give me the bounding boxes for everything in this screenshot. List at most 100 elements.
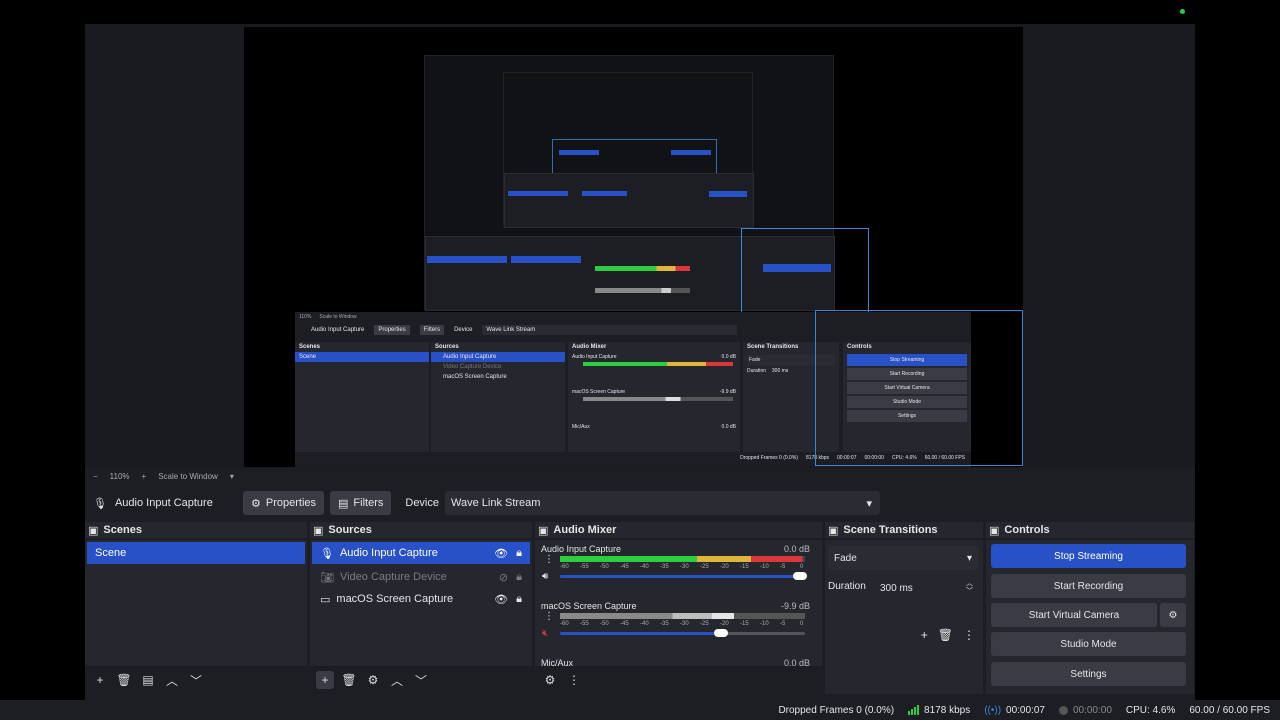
stop-streaming-button[interactable]: Stop Streaming (991, 544, 1186, 568)
audio-mixer-dock: ▣ Audio Mixer Audio Input Capture 0.0 dB … (535, 522, 822, 694)
trash-icon[interactable]: 🗑︎ (938, 628, 953, 642)
dock-icon: ▣ (538, 524, 549, 537)
meter-scale-label: -5 (780, 621, 786, 627)
source-item-audio-input[interactable]: 🎙︎ Audio Input Capture 👁︎ 🔒︎ (312, 542, 530, 564)
move-down-icon[interactable]: ﹀ (412, 671, 430, 689)
meter-scale-label: -5 (780, 564, 786, 570)
kebab-menu-icon[interactable]: ⋮ (544, 554, 554, 565)
filter-icon[interactable]: ▤ (139, 671, 157, 689)
meter-scale-label: 0 (800, 564, 804, 570)
gear-icon: ⚙ (251, 497, 261, 510)
transition-select[interactable]: Fade ▾ (828, 546, 978, 570)
gear-icon[interactable]: ⚙ (541, 671, 559, 689)
nested-level-4-selection (559, 150, 599, 155)
lock-icon[interactable]: 🔒︎ (516, 571, 522, 584)
scene-item[interactable]: Scene (87, 542, 305, 564)
live-indicator-dot (1180, 9, 1185, 14)
scale-mode-label[interactable]: Scale to Window (158, 472, 218, 481)
gear-icon: ⚙ (1168, 609, 1178, 621)
mixer-channel-mic-aux: Mic/Aux 0.0 dB (541, 658, 810, 666)
meter-scale-label: -20 (720, 621, 729, 627)
zoom-level: 110% (109, 471, 130, 481)
chevron-down-icon[interactable]: ▾ (230, 472, 234, 481)
selected-source: 🎙︎ Audio Input Capture (93, 497, 243, 510)
inner-sources-dock: Sources Audio Input Capture Video Captur… (431, 342, 565, 452)
selected-source-name: Audio Input Capture (114, 497, 213, 509)
meter-scale-label: -20 (720, 564, 729, 570)
bitrate: 8178 kbps (908, 705, 970, 716)
record-dot-icon (1058, 705, 1068, 715)
gear-icon[interactable]: ⚙ (364, 671, 382, 689)
add-scene-button[interactable]: + (91, 671, 109, 689)
device-select[interactable]: Wave Link Stream ▾ (445, 491, 880, 515)
scenes-list: Scene (85, 540, 307, 666)
dropped-frames: Dropped Frames 0 (0.0%) (778, 704, 895, 716)
volume-meter (560, 613, 805, 619)
sources-dock: ▣ Sources 🎙︎ Audio Input Capture 👁︎ 🔒︎ 📷︎ … (310, 522, 532, 694)
kebab-menu-icon[interactable]: ⋮ (963, 628, 975, 642)
zoom-out-button[interactable]: − (93, 472, 98, 481)
dock-icon: ▣ (313, 524, 324, 537)
dock-icon: ▣ (88, 524, 99, 537)
eye-hidden-icon[interactable]: ⊘ (499, 571, 508, 584)
volume-slider[interactable] (560, 572, 807, 580)
duration-spinbox[interactable]: 300 ms ︿ ﹀ (875, 576, 978, 600)
volume-meter (560, 556, 805, 562)
trash-icon[interactable]: 🗑︎ (115, 671, 133, 689)
move-down-icon[interactable]: ﹀ (187, 671, 205, 689)
camera-icon: 📷︎ (320, 571, 334, 584)
meter-scale-label: -45 (620, 621, 629, 627)
properties-button[interactable]: ⚙ Properties (243, 491, 325, 515)
lock-icon[interactable]: 🔒︎ (516, 547, 522, 560)
trash-icon[interactable]: 🗑︎ (340, 671, 358, 689)
eye-icon[interactable]: 👁︎ (494, 593, 508, 606)
virtual-camera-settings-button[interactable]: ⚙ (1160, 603, 1186, 627)
meter-scale-label: -45 (620, 564, 629, 570)
preview-canvas[interactable]: 110% Scale to Window Audio Input Capture … (244, 27, 1023, 467)
nested-level-4-stop-button (671, 150, 711, 155)
add-source-button[interactable]: + (316, 671, 334, 689)
studio-mode-button[interactable]: Studio Mode (991, 632, 1186, 656)
settings-button[interactable]: Settings (991, 662, 1186, 686)
meter-scale-label: -25 (700, 564, 709, 570)
add-transition-button[interactable]: + (921, 628, 928, 642)
chevron-down-icon: ▾ (966, 552, 972, 564)
eye-icon[interactable]: 👁︎ (494, 547, 508, 560)
mixer-channels: Audio Input Capture 0.0 dB ⋮ -60 -55 -50 -4… (535, 540, 822, 666)
meter-scale-label: -60 (560, 564, 569, 570)
nested-preview-level-2 (424, 55, 869, 323)
preview-area[interactable]: 110% Scale to Window Audio Input Capture … (85, 24, 1195, 468)
spin-arrows-icon[interactable]: ︿ ﹀ (966, 580, 973, 596)
muted-speaker-icon[interactable]: 🔇︎ (542, 628, 548, 639)
volume-slider[interactable] (560, 629, 805, 637)
nested-level-2-source-row (511, 256, 581, 263)
scene-transitions-dock: ▣ Scene Transitions Fade ▾ Duration 300 m… (825, 522, 983, 694)
kebab-menu-icon[interactable]: ⋮ (544, 611, 554, 622)
inner-mixer-dock: Audio Mixer Audio Input Capture 0.0 dB m… (568, 342, 740, 452)
volume-slider-knob[interactable] (714, 629, 729, 637)
start-virtual-camera-button[interactable]: Start Virtual Camera (991, 603, 1157, 627)
filters-button[interactable]: ▤ Filters (330, 491, 392, 515)
controls-selection-box[interactable] (815, 310, 1023, 466)
zoom-in-button[interactable]: + (142, 472, 147, 481)
transitions-toolbar: + 🗑︎ ⋮ (921, 628, 975, 642)
source-item-video-capture[interactable]: 📷︎ Video Capture Device ⊘ 🔒︎ (312, 566, 530, 588)
kebab-menu-icon[interactable]: ⋮ (565, 671, 583, 689)
controls-body: Stop Streaming Start Recording Start Vir… (986, 540, 1194, 694)
nested-level-3-source-row (582, 191, 627, 196)
meter-scale: -60 -55 -50 -45 -40 -35 -30 -25 -20 -15 -10 -5 0 (560, 564, 808, 572)
speaker-icon[interactable]: 🔊︎ (542, 571, 548, 582)
chevron-down-icon: ▾ (866, 497, 872, 510)
nested-level-2-meter-1 (595, 266, 690, 271)
meter-scale-label: -30 (680, 621, 689, 627)
meter-scale-label: -55 (580, 564, 589, 570)
volume-slider-knob[interactable] (793, 572, 807, 580)
lock-icon[interactable]: 🔒︎ (516, 593, 522, 606)
move-up-icon[interactable]: ︿ (388, 671, 406, 689)
start-recording-button[interactable]: Start Recording (991, 574, 1186, 598)
meter-scale-label: 0 (800, 621, 804, 627)
transitions-body: Fade ▾ Duration 300 ms ︿ ﹀ + 🗑︎ ⋮ (825, 540, 983, 694)
move-up-icon[interactable]: ︿ (163, 671, 181, 689)
source-item-screen-capture[interactable]: ▭ macOS Screen Capture 👁︎ 🔒︎ (312, 588, 530, 610)
broadcast-icon: ((•)) (984, 704, 1002, 716)
